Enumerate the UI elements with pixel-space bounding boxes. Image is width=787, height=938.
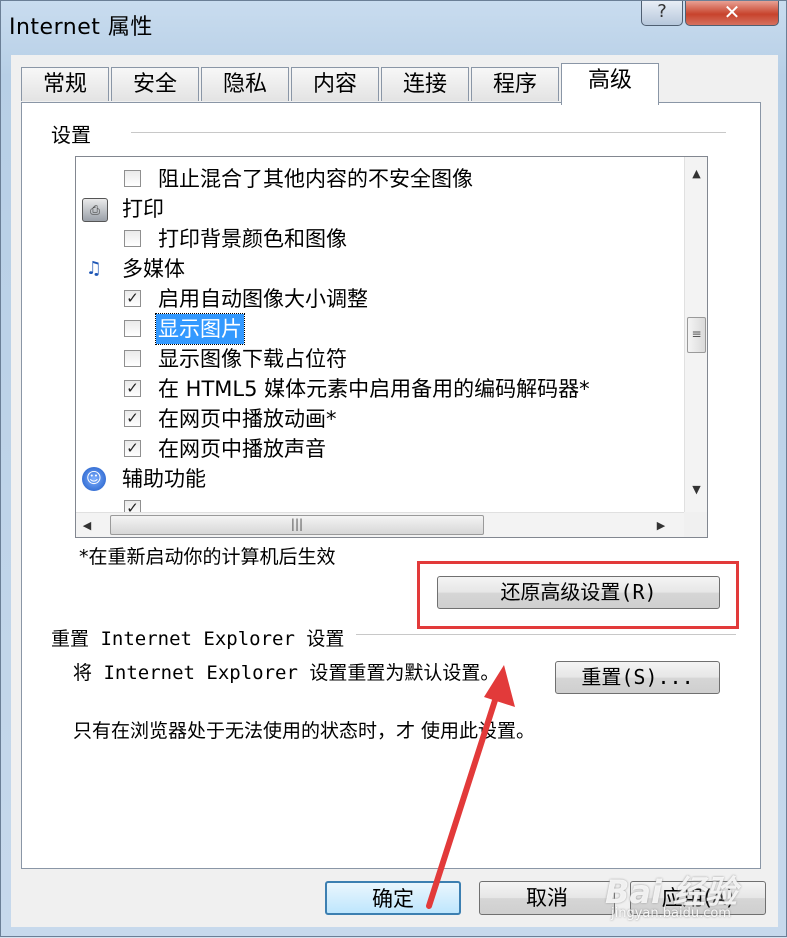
tab-advanced[interactable]: 高级: [561, 63, 659, 105]
tab-connections[interactable]: 连接: [381, 67, 469, 101]
vertical-scrollbar[interactable]: ▲ ≡ ▼: [684, 157, 707, 512]
vertical-scroll-thumb[interactable]: ≡: [687, 317, 706, 353]
list-category: ☺ 辅助功能: [76, 464, 684, 494]
horizontal-scroll-thumb[interactable]: |||: [110, 515, 484, 535]
reset-description: 将 Internet Explorer 设置重置为默认设置。: [73, 662, 500, 684]
list-item-label: 在 HTML5 媒体元素中启用备用的编码解码器*: [158, 377, 590, 401]
checkbox[interactable]: [124, 320, 141, 337]
scroll-down-arrow-icon[interactable]: ▼: [685, 483, 707, 496]
restart-note: *在重新启动你的计算机后生效: [79, 546, 336, 568]
list-item[interactable]: ✓ 在网页中播放动画*: [76, 404, 684, 434]
reset-warning: 只有在浏览器处于无法使用的状态时，才 使用此设置。: [73, 720, 536, 742]
tab-security[interactable]: 安全: [111, 67, 199, 101]
list-item-label: 在网页中播放动画*: [158, 407, 337, 431]
list-item-label: 阻止混合了其他内容的不安全图像: [158, 167, 473, 191]
window-title: Internet 属性: [9, 15, 153, 40]
ok-button[interactable]: 确定: [325, 881, 461, 915]
list-item[interactable]: ✓ 在 HTML5 媒体元素中启用备用的编码解码器*: [76, 374, 684, 404]
category-label: 多媒体: [122, 257, 185, 281]
tab-content[interactable]: 内容: [291, 67, 379, 101]
help-button[interactable]: ?: [641, 1, 683, 26]
list-item-label: 在网页中播放声音: [158, 437, 326, 461]
list-item-label: 显示图片: [155, 313, 245, 345]
checkbox[interactable]: [124, 230, 141, 247]
checkbox-checked[interactable]: ✓: [124, 290, 141, 307]
accessibility-icon: ☺: [82, 467, 106, 491]
checkbox-checked[interactable]: ✓: [124, 380, 141, 397]
list-item[interactable]: ✓ 启用自动图像大小调整: [76, 284, 684, 314]
list-category: ♫ 多媒体: [76, 254, 684, 284]
restore-advanced-settings-button[interactable]: 还原高级设置(R): [437, 576, 720, 609]
reset-button[interactable]: 重置(S)...: [555, 661, 720, 694]
scrollbar-corner: [684, 512, 707, 537]
checkbox[interactable]: [124, 170, 141, 187]
tab-programs[interactable]: 程序: [471, 67, 559, 101]
multimedia-icon: ♫: [85, 258, 103, 279]
settings-group-label: 设置: [51, 123, 91, 147]
cancel-button[interactable]: 取消: [479, 881, 615, 915]
reset-group-title: 重置 Internet Explorer 设置: [51, 628, 345, 650]
settings-group-divider: [131, 132, 726, 134]
scroll-right-arrow-icon[interactable]: ▶: [654, 519, 668, 532]
list-item-partial[interactable]: ✓: [76, 494, 684, 512]
list-item[interactable]: 显示图像下载占位符: [76, 344, 684, 374]
printer-icon: ⎙: [82, 198, 108, 222]
category-label: 辅助功能: [122, 467, 206, 491]
scroll-up-arrow-icon[interactable]: ▲: [685, 167, 707, 180]
tab-privacy[interactable]: 隐私: [201, 67, 289, 101]
scroll-left-arrow-icon[interactable]: ◀: [80, 519, 94, 532]
horizontal-scrollbar[interactable]: ◀ ||| ▶: [76, 512, 684, 537]
list-category: ⎙ 打印: [76, 194, 684, 224]
list-item[interactable]: 阻止混合了其他内容的不安全图像: [76, 164, 684, 194]
close-button[interactable]: ✕: [685, 1, 779, 26]
checkbox-checked[interactable]: ✓: [124, 440, 141, 457]
settings-list[interactable]: 阻止混合了其他内容的不安全图像 ⎙ 打印 打印背景颜色和图像 ♫ 多媒体 ✓ 启…: [75, 156, 708, 538]
list-item-label: 打印背景颜色和图像: [158, 227, 347, 251]
list-item[interactable]: ✓ 在网页中播放声音: [76, 434, 684, 464]
list-item[interactable]: 打印背景颜色和图像: [76, 224, 684, 254]
category-label: 打印: [122, 197, 164, 221]
tab-strip: 常规 安全 隐私 内容 连接 程序 高级: [21, 63, 661, 105]
list-item-label: 启用自动图像大小调整: [158, 287, 368, 311]
reset-group-divider: [356, 634, 736, 635]
watermark-url: jingyan.baidu.com: [611, 906, 731, 921]
settings-list-viewport: 阻止混合了其他内容的不安全图像 ⎙ 打印 打印背景颜色和图像 ♫ 多媒体 ✓ 启…: [76, 157, 684, 512]
list-item-selected[interactable]: 显示图片: [76, 313, 684, 345]
checkbox-checked[interactable]: ✓: [124, 410, 141, 427]
tab-general[interactable]: 常规: [21, 67, 109, 101]
checkbox[interactable]: [124, 350, 141, 367]
checkbox-checked[interactable]: ✓: [124, 500, 141, 512]
title-bar: Internet 属性 ? ✕: [1, 1, 787, 51]
list-item-label: 显示图像下载占位符: [158, 347, 347, 371]
internet-properties-window: Internet 属性 ? ✕ 常规 安全 隐私 内容 连接 程序 高级 设置 …: [0, 0, 787, 937]
